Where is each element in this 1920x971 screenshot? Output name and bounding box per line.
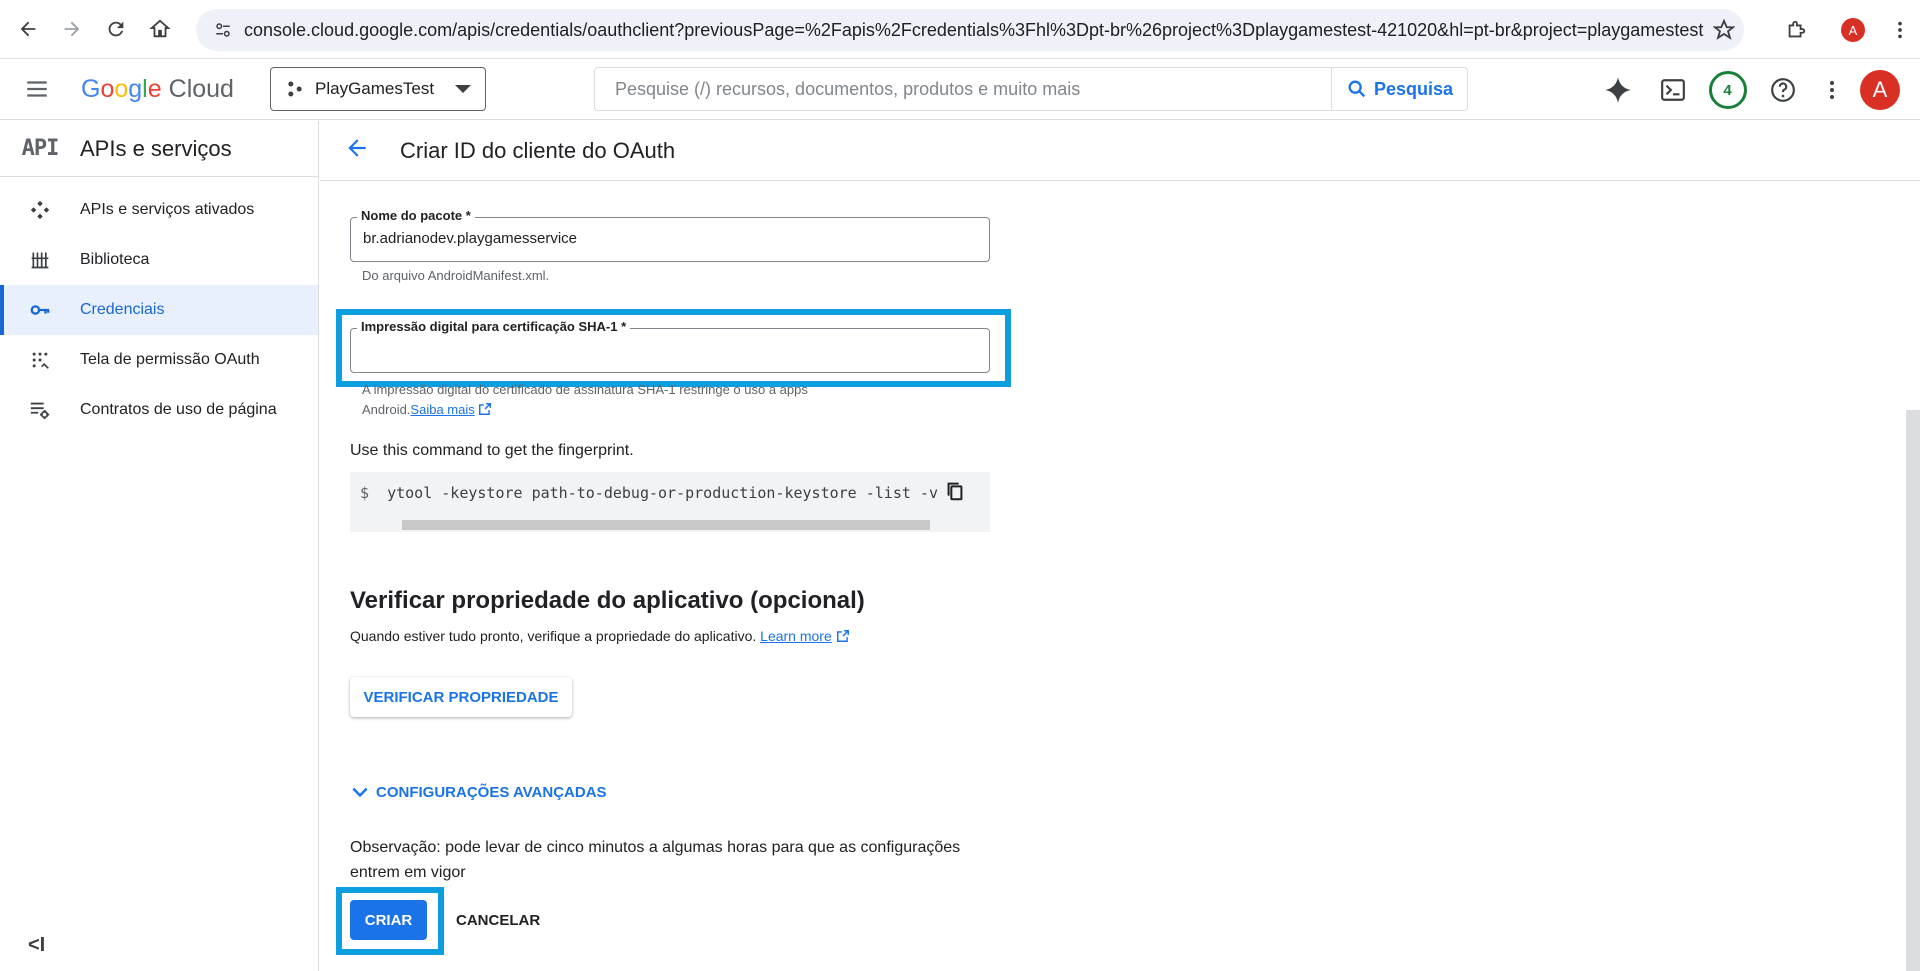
command-label: Use this command to get the fingerprint. (350, 442, 634, 459)
external-link-icon (836, 630, 849, 642)
sidebar: API APIs e serviços APIs e serviços ativ… (0, 121, 319, 971)
key-icon (0, 299, 80, 321)
help-icon[interactable] (1755, 68, 1810, 112)
command-code-block: $ ytool -keystore path-to-debug-or-produ… (350, 472, 990, 532)
create-button[interactable]: CRIAR (350, 900, 427, 940)
library-icon (0, 250, 80, 270)
gemini-sparkle-icon[interactable] (1590, 68, 1645, 112)
bookmark-star-icon[interactable] (1704, 19, 1744, 41)
package-name-label: Nome do pacote * (357, 208, 475, 223)
settings-list-icon (0, 399, 80, 421)
back-icon[interactable] (6, 7, 50, 51)
command-text[interactable]: $ ytool -keystore path-to-debug-or-produ… (360, 484, 938, 502)
learn-more-link[interactable]: Saiba mais (410, 402, 474, 417)
sidebar-item-label: Credenciais (80, 301, 165, 318)
chevron-down-icon (352, 787, 368, 798)
project-name: PlayGamesTest (315, 79, 435, 98)
verify-ownership-button[interactable]: VERIFICAR PROPRIEDADE (350, 677, 572, 717)
code-horizontal-scrollbar[interactable] (402, 520, 930, 530)
verify-section-description: Quando estiver tudo pronto, verifique a … (350, 628, 850, 644)
google-cloud-logo[interactable]: Google Cloud (81, 75, 234, 104)
more-options-icon[interactable] (1810, 68, 1854, 112)
notifications-badge[interactable]: 4 (1700, 68, 1755, 112)
advanced-settings-toggle[interactable]: CONFIGURAÇÕES AVANÇADAS (350, 782, 607, 802)
forward-icon[interactable] (50, 7, 94, 51)
page-header: Criar ID do cliente do OAuth (320, 121, 1920, 181)
diamond-nodes-icon (0, 199, 80, 221)
sidebar-item-label: Biblioteca (80, 251, 150, 268)
cancel-button[interactable]: CANCELAR (456, 900, 540, 940)
sidebar-title: APIs e serviços (80, 135, 232, 161)
sha1-input[interactable] (351, 329, 989, 372)
browser-profile-avatar[interactable]: A (1826, 8, 1880, 52)
copy-icon[interactable] (944, 480, 966, 507)
sidebar-item-label: Tela de permissão OAuth (80, 351, 260, 368)
page-scrollbar[interactable] (1906, 410, 1920, 971)
consent-grid-icon (0, 350, 80, 370)
back-arrow-icon[interactable] (344, 135, 382, 166)
project-nodes-icon (288, 81, 302, 97)
browser-toolbar: console.cloud.google.com/apis/credential… (0, 0, 1920, 59)
profile-initial: A (1841, 18, 1865, 42)
sidebar-item-oauth-consent[interactable]: Tela de permissão OAuth (0, 335, 318, 385)
note-text: Observação: pode levar de cinco minutos … (350, 839, 961, 881)
address-bar[interactable]: console.cloud.google.com/apis/credential… (196, 9, 1744, 51)
browser-menu-icon[interactable] (1880, 8, 1920, 52)
sidebar-item-page-usage[interactable]: Contratos de uso de página (0, 385, 318, 435)
verify-section-title: Verificar propriedade do aplicativo (opc… (350, 587, 865, 614)
search-icon (1348, 80, 1366, 98)
page-title: Criar ID do cliente do OAuth (400, 137, 676, 163)
url-text[interactable]: console.cloud.google.com/apis/credential… (244, 20, 1704, 41)
search-button[interactable]: Pesquisa (1331, 68, 1467, 110)
project-picker[interactable]: PlayGamesTest (270, 67, 486, 111)
cloud-shell-icon[interactable] (1645, 68, 1700, 112)
external-link-icon (479, 403, 492, 415)
cloud-header: GoogleCloud PlayGamesTest Pesquisa 4 A (0, 60, 1920, 120)
collapse-sidebar-icon[interactable]: <I (28, 934, 45, 957)
extensions-icon[interactable] (1766, 8, 1826, 52)
search-input[interactable] (595, 68, 1331, 110)
learn-more-link[interactable]: Learn more (760, 628, 832, 644)
sidebar-item-enabled-apis[interactable]: APIs e serviços ativados (0, 185, 318, 235)
site-info-icon[interactable] (210, 17, 236, 43)
sidebar-header: API APIs e serviços (0, 121, 318, 177)
sidebar-item-label: APIs e serviços ativados (80, 201, 255, 218)
sidebar-item-credentials[interactable]: Credenciais (0, 285, 318, 335)
sha1-hint: A impressão digital do certificado de as… (362, 382, 808, 417)
search-button-label: Pesquisa (1373, 78, 1454, 99)
main-menu-icon[interactable] (24, 76, 60, 104)
sidebar-item-library[interactable]: Biblioteca (0, 235, 318, 285)
notification-count: 4 (1708, 71, 1747, 109)
chevron-down-icon (455, 85, 471, 93)
sha1-field[interactable]: Impressão digital para certificação SHA-… (350, 319, 990, 373)
package-name-hint: Do arquivo AndroidManifest.xml. (362, 268, 550, 283)
home-icon[interactable] (138, 7, 182, 51)
package-name-field[interactable]: Nome do pacote * br.adrianodev.playgames… (350, 208, 990, 262)
package-name-value[interactable]: br.adrianodev.playgamesservice (363, 230, 577, 247)
account-avatar[interactable]: A (1860, 70, 1900, 110)
api-logo: API (21, 136, 60, 161)
reload-icon[interactable] (94, 7, 138, 51)
sidebar-item-label: Contratos de uso de página (80, 401, 277, 418)
search-bar: Pesquisa (594, 67, 1468, 111)
